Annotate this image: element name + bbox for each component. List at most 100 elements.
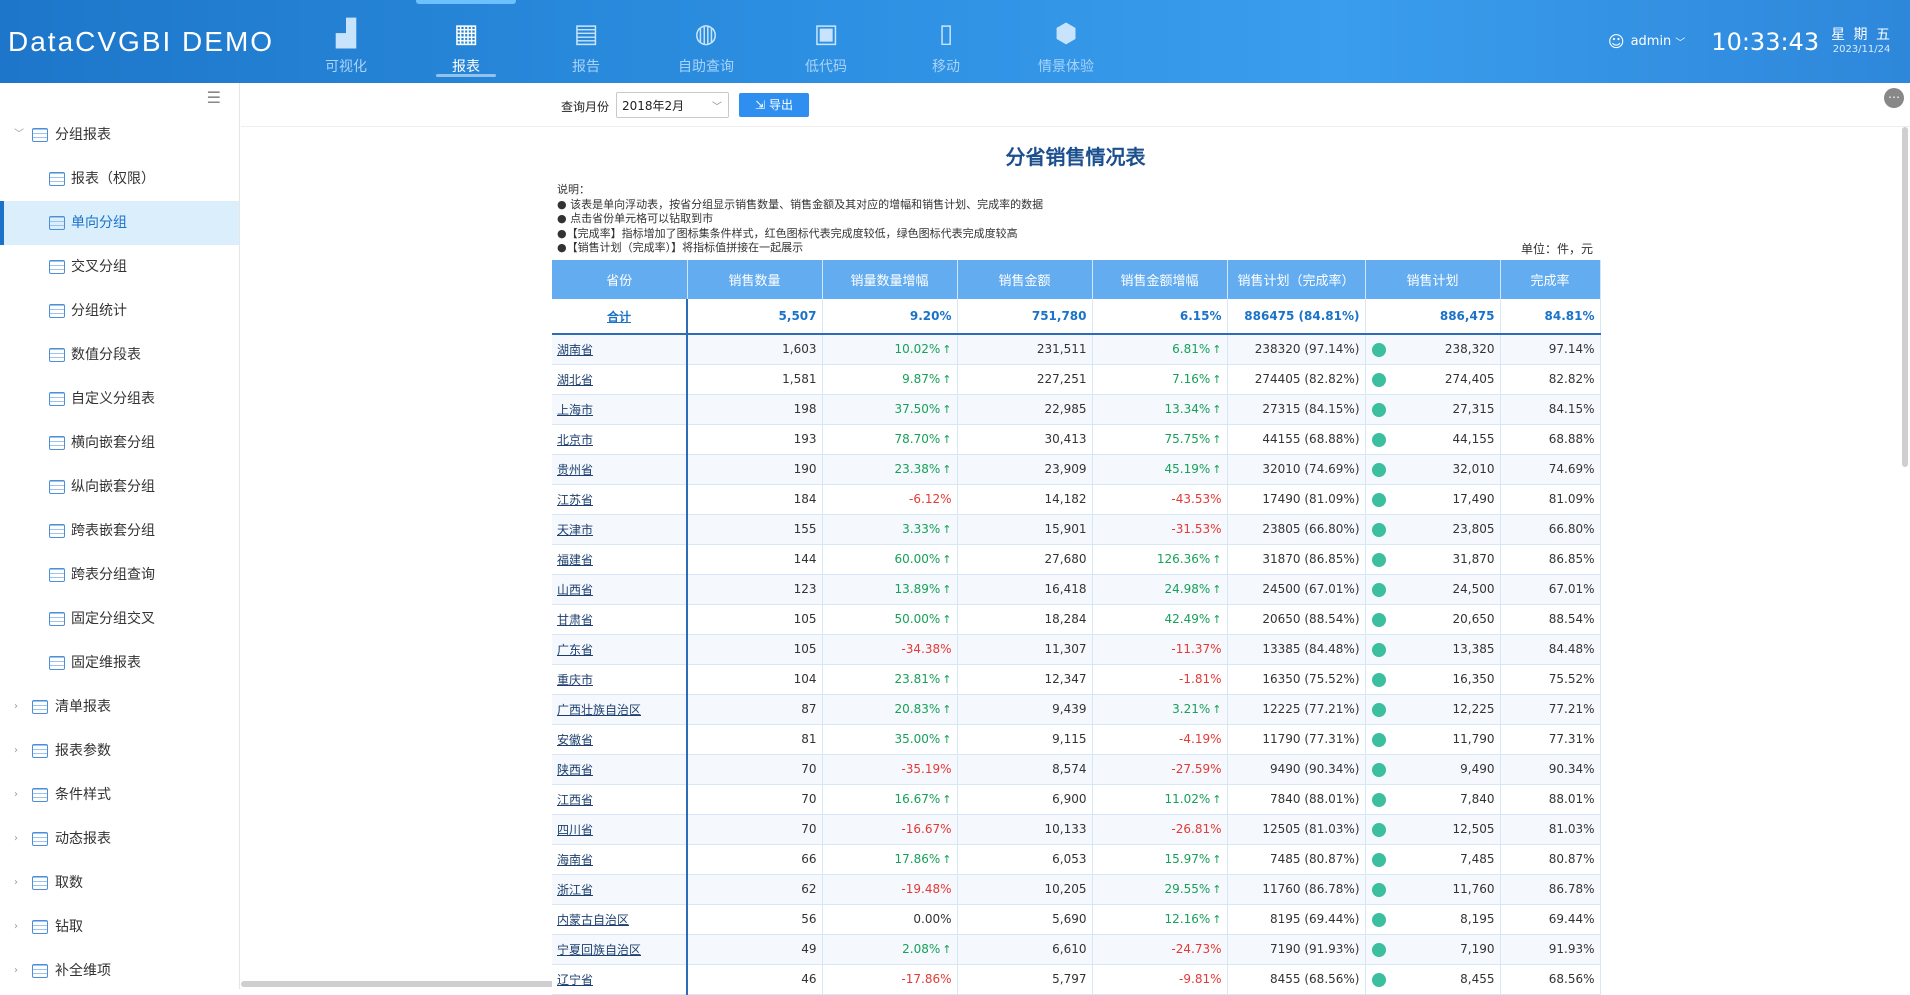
- province-cell[interactable]: 甘肃省: [552, 604, 688, 635]
- province-cell[interactable]: 宁夏回族自治区: [552, 934, 688, 965]
- total-row: 合计 5,507 9.20% 751,780 6.15% 886475 (84.81%) 8…: [552, 299, 1601, 335]
- qty-cell: 104: [687, 664, 823, 695]
- col-header[interactable]: 销量数量增幅: [822, 260, 958, 299]
- status-dot-icon: [1371, 612, 1386, 627]
- province-cell[interactable]: 湖南省: [552, 334, 688, 365]
- menu-toggle-icon[interactable]: ☰: [0, 83, 239, 113]
- qty-growth-cell: -16.67%: [822, 814, 958, 845]
- qty-growth-cell-value: 0.00%: [913, 912, 952, 926]
- sidebar-item[interactable]: › 条件样式: [0, 773, 239, 817]
- nav-visualization[interactable]: ▟ 可视化: [286, 0, 406, 83]
- col-header[interactable]: 销售金额增幅: [1092, 260, 1228, 299]
- nav-self-query[interactable]: ◍ 自助查询: [646, 0, 766, 83]
- sidebar-item[interactable]: ﹀ 分组报表: [0, 113, 239, 157]
- arrow-up-icon: ↑: [942, 373, 952, 386]
- arrow-up-icon: ↑: [942, 793, 952, 806]
- sidebar-item[interactable]: 固定维报表: [0, 641, 239, 685]
- user-menu[interactable]: ☺ admin ﹀: [1608, 32, 1685, 51]
- sidebar-item[interactable]: 跨表嵌套分组: [0, 509, 239, 553]
- province-cell[interactable]: 广西壮族自治区: [552, 694, 688, 725]
- status-dot-icon: [1371, 792, 1386, 807]
- status-dot-icon: [1371, 642, 1386, 657]
- status-dot-icon: [1371, 942, 1386, 957]
- nav-report[interactable]: ▦ 报表: [406, 0, 526, 83]
- province-cell[interactable]: 内蒙古自治区: [552, 904, 688, 935]
- table-icon: [32, 920, 48, 934]
- rate-cell: 68.88%: [1500, 424, 1601, 455]
- col-header[interactable]: 销售计划（完成率）: [1227, 260, 1366, 299]
- qty-growth-cell-value: 9.87%: [902, 372, 941, 386]
- sidebar-item[interactable]: › 清单报表: [0, 685, 239, 729]
- nav-low-code[interactable]: ▣ 低代码: [766, 0, 886, 83]
- qty-cell: 66: [687, 844, 823, 875]
- table-icon: [49, 216, 65, 230]
- plan-cell: 274,405: [1365, 364, 1501, 395]
- note-line: ●【销售计划（完成率）】将指标值拼接在一起展示: [557, 241, 804, 254]
- sidebar-item[interactable]: 跨表分组查询: [0, 553, 239, 597]
- province-cell[interactable]: 天津市: [552, 514, 688, 545]
- province-cell[interactable]: 海南省: [552, 844, 688, 875]
- province-cell[interactable]: 江西省: [552, 784, 688, 815]
- amount-growth-cell-value: 15.97%: [1164, 852, 1211, 866]
- query-month-select[interactable]: 2018年2月 ﹀: [616, 92, 729, 118]
- province-cell[interactable]: 山西省: [552, 574, 688, 605]
- status-dot-icon: [1371, 552, 1386, 567]
- province-cell[interactable]: 浙江省: [552, 874, 688, 905]
- plan-rate-cell: 7485 (80.87%): [1227, 844, 1366, 875]
- sidebar-item[interactable]: › 报表参数: [0, 729, 239, 773]
- sidebar-item[interactable]: 固定分组交叉: [0, 597, 239, 641]
- amount-growth-cell: 29.55% ↑: [1092, 874, 1228, 905]
- plan-value: 11,760: [1452, 882, 1495, 896]
- province-cell[interactable]: 辽宁省: [552, 964, 688, 995]
- sidebar-item[interactable]: › 补全维项: [0, 949, 239, 989]
- sidebar-item[interactable]: 分组统计: [0, 289, 239, 333]
- more-icon[interactable]: ⋯: [1884, 88, 1904, 108]
- province-cell[interactable]: 贵州省: [552, 454, 688, 485]
- qty-cell: 56: [687, 904, 823, 935]
- chevron-right-icon: ›: [14, 745, 18, 756]
- sidebar-item[interactable]: 报表（权限）: [0, 157, 239, 201]
- province-cell[interactable]: 四川省: [552, 814, 688, 845]
- province-cell[interactable]: 陕西省: [552, 754, 688, 785]
- status-dot-icon: [1371, 972, 1386, 987]
- sidebar-item[interactable]: 数值分段表: [0, 333, 239, 377]
- sidebar-item[interactable]: › 取数: [0, 861, 239, 905]
- nav-mobile[interactable]: ▯ 移动: [886, 0, 1006, 83]
- sidebar-item[interactable]: 纵向嵌套分组: [0, 465, 239, 509]
- plan-cell: 7,485: [1365, 844, 1501, 875]
- province-cell: 合计: [552, 299, 688, 335]
- plan-cell: 7,190: [1365, 934, 1501, 965]
- plan-value: 31,870: [1452, 552, 1495, 566]
- col-header[interactable]: 销售金额: [957, 260, 1093, 299]
- col-header[interactable]: 完成率: [1500, 260, 1601, 299]
- province-cell[interactable]: 重庆市: [552, 664, 688, 695]
- sidebar-item-label: 动态报表: [55, 831, 111, 847]
- weekday: 星 期 五: [1831, 27, 1892, 44]
- province-cell[interactable]: 安徽省: [552, 724, 688, 755]
- col-header[interactable]: 销售计划: [1365, 260, 1501, 299]
- province-cell[interactable]: 广东省: [552, 634, 688, 665]
- province-cell[interactable]: 上海市: [552, 394, 688, 425]
- nav-scenario[interactable]: ⬢ 情景体验: [1006, 0, 1126, 83]
- table-row: 江西省 70 16.67% ↑ 6,900 11.02% ↑ 7840 (88.01%) 7,8…: [552, 784, 1601, 815]
- nav-document[interactable]: ▤ 报告: [526, 0, 646, 83]
- amount-cell: 11,307: [957, 634, 1093, 665]
- province-cell[interactable]: 湖北省: [552, 364, 688, 395]
- sidebar-item[interactable]: 单向分组: [0, 201, 239, 245]
- sidebar-item[interactable]: 自定义分组表: [0, 377, 239, 421]
- export-button[interactable]: ⇲ 导出: [739, 93, 809, 117]
- note-line: ● 该表是单向浮动表，按省分组显示销售数量、销售金额及其对应的增幅和销售计划、完…: [557, 197, 1044, 211]
- amount-cell: 22,985: [957, 394, 1093, 425]
- amount-growth-cell: 11.02% ↑: [1092, 784, 1228, 815]
- sidebar-item[interactable]: 横向嵌套分组: [0, 421, 239, 465]
- qty-cell: 49: [687, 934, 823, 965]
- sidebar-item[interactable]: › 钻取: [0, 905, 239, 949]
- province-cell[interactable]: 江苏省: [552, 484, 688, 515]
- province-cell[interactable]: 北京市: [552, 424, 688, 455]
- sidebar-item[interactable]: 交叉分组: [0, 245, 239, 289]
- vertical-scrollbar[interactable]: [1902, 127, 1908, 467]
- col-header[interactable]: 省份: [552, 260, 688, 299]
- col-header[interactable]: 销售数量: [687, 260, 823, 299]
- sidebar-item[interactable]: › 动态报表: [0, 817, 239, 861]
- province-cell[interactable]: 福建省: [552, 544, 688, 575]
